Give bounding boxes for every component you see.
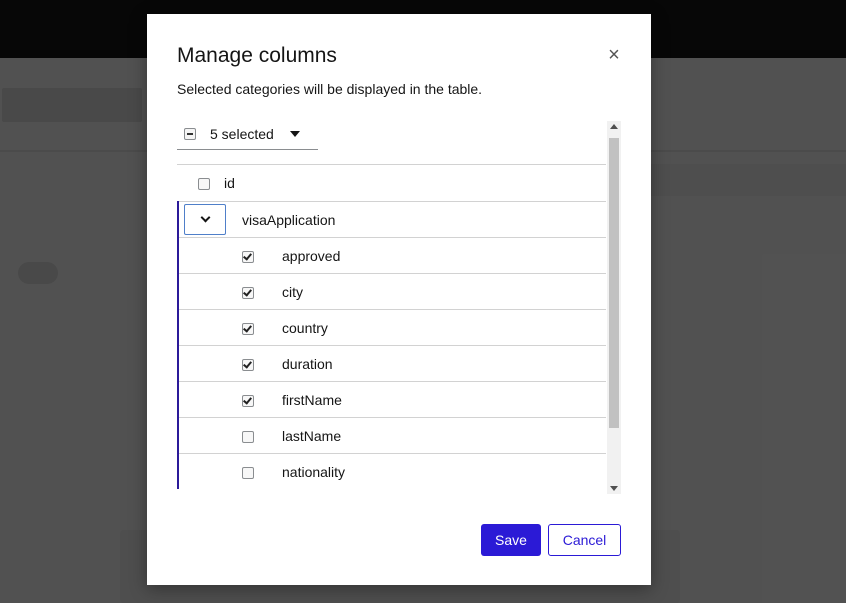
scroll-down-arrow-icon[interactable] (610, 486, 618, 491)
column-checkbox-id[interactable] (198, 178, 210, 190)
scrollbar-thumb[interactable] (609, 138, 619, 428)
column-label: lastName (282, 428, 342, 444)
column-label: duration (282, 356, 333, 372)
column-label: city (282, 284, 303, 300)
columns-list-viewport: id visaApplication approved city country… (177, 124, 621, 495)
column-checkbox[interactable] (242, 395, 254, 407)
list-item: lastName (179, 417, 606, 453)
column-label: id (224, 175, 235, 191)
column-checkbox[interactable] (242, 323, 254, 335)
chevron-down-icon (200, 212, 211, 223)
list-item: firstName (179, 381, 606, 417)
column-checkbox[interactable] (242, 431, 254, 443)
list-item: id (177, 164, 606, 201)
modal-description: Selected categories will be displayed in… (177, 81, 483, 97)
column-checkbox[interactable] (242, 251, 254, 263)
cancel-button[interactable]: Cancel (548, 524, 621, 556)
column-label: country (282, 320, 328, 336)
list-item: approved (179, 237, 606, 273)
modal-title: Manage columns (177, 44, 337, 67)
list-item: nationality (179, 453, 606, 489)
column-checkbox[interactable] (242, 467, 254, 479)
list-item: city (179, 273, 606, 309)
column-label: approved (282, 248, 341, 264)
list-item: duration (179, 345, 606, 381)
list-scrollbar[interactable] (607, 121, 621, 494)
close-icon[interactable]: × (603, 44, 625, 66)
group-header-row: visaApplication (179, 201, 606, 237)
column-label: nationality (282, 464, 346, 480)
expand-toggle-button[interactable] (184, 204, 226, 235)
manage-columns-modal: Manage columns × Selected categories wil… (147, 14, 651, 585)
column-checkbox[interactable] (242, 359, 254, 371)
group-label: visaApplication (242, 212, 336, 228)
column-group-visaApplication: visaApplication approved city country du… (177, 201, 606, 489)
scroll-up-arrow-icon[interactable] (610, 124, 618, 129)
save-button[interactable]: Save (481, 524, 541, 556)
column-checkbox[interactable] (242, 287, 254, 299)
columns-list: id visaApplication approved city country… (177, 164, 606, 489)
column-label: firstName (282, 392, 342, 408)
list-item: country (179, 309, 606, 345)
